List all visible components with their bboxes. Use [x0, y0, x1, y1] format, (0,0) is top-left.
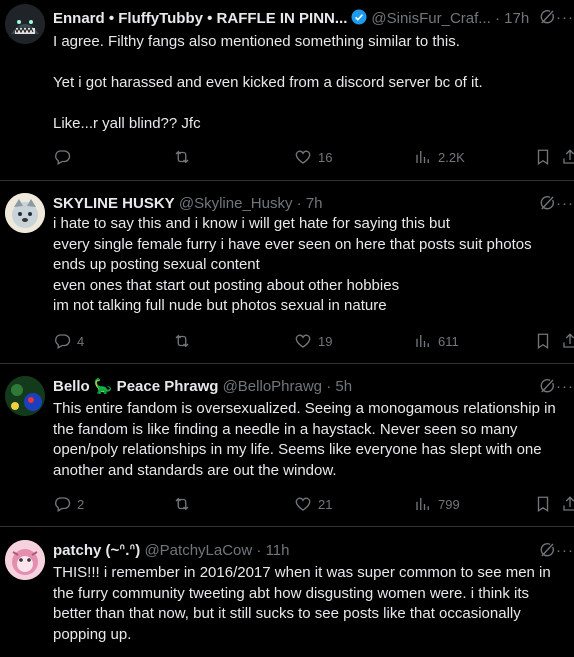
- reply-icon: [53, 495, 71, 513]
- timestamp[interactable]: 17h: [504, 10, 529, 27]
- reply-button[interactable]: 2: [53, 494, 84, 514]
- like-icon: [294, 332, 312, 350]
- like-count: 19: [318, 333, 333, 349]
- tweet-skyline-husky[interactable]: SKYLINE HUSKY @Skyline_Husky · 7h ··· i …: [0, 181, 574, 363]
- avatar[interactable]: [5, 540, 45, 580]
- user-handle[interactable]: @PatchyLaCow: [144, 542, 252, 559]
- avatar[interactable]: [5, 376, 45, 416]
- tweet-header: patchy (~ᐢ.ᐢ) @PatchyLaCow · 11h ···: [53, 541, 574, 561]
- share-button[interactable]: [561, 494, 574, 514]
- bookmark-button[interactable]: [534, 494, 552, 514]
- verified-icon: [350, 8, 368, 32]
- timestamp[interactable]: 11h: [266, 542, 290, 559]
- action-bar: 16 2.2K: [53, 147, 574, 167]
- views-icon: [414, 495, 432, 513]
- reply-button[interactable]: 4: [53, 331, 84, 351]
- tweet-ennard[interactable]: Ennard • FluffyTubby • RAFFLE IN PINN...…: [0, 0, 574, 180]
- tweet-patchy[interactable]: patchy (~ᐢ.ᐢ) @PatchyLaCow · 11h ··· THI…: [0, 527, 574, 657]
- like-button[interactable]: 21: [294, 494, 332, 514]
- retweet-button[interactable]: [173, 331, 197, 351]
- grok-icon[interactable]: [538, 377, 556, 395]
- display-name[interactable]: SKYLINE HUSKY: [53, 195, 175, 212]
- like-icon: [294, 495, 312, 513]
- timestamp[interactable]: 5h: [335, 378, 352, 395]
- grok-icon[interactable]: [538, 194, 556, 212]
- separator: ·: [296, 195, 302, 212]
- more-options-icon[interactable]: ···: [556, 8, 574, 28]
- share-button[interactable]: [561, 147, 574, 167]
- tweet-text: THIS!!! i remember in 2016/2017 when it …: [53, 564, 551, 643]
- view-count: 2.2K: [438, 149, 465, 165]
- views-button[interactable]: 2.2K: [414, 147, 465, 167]
- more-options-icon[interactable]: ···: [556, 194, 574, 214]
- like-count: 21: [318, 496, 333, 512]
- more-options-icon[interactable]: ···: [556, 541, 574, 561]
- bookmark-icon: [534, 495, 552, 513]
- display-name[interactable]: patchy (~ᐢ.ᐢ): [53, 542, 140, 559]
- tweet-header: SKYLINE HUSKY @Skyline_Husky · 7h ···: [53, 194, 574, 214]
- like-button[interactable]: 19: [294, 331, 332, 351]
- like-count: 16: [318, 149, 333, 165]
- avatar[interactable]: [5, 4, 45, 44]
- reply-icon: [53, 332, 71, 350]
- separator: ·: [494, 10, 500, 27]
- share-icon: [561, 148, 574, 166]
- views-button[interactable]: 799: [414, 494, 460, 514]
- reply-button[interactable]: [53, 147, 77, 167]
- like-button[interactable]: 16: [294, 147, 332, 167]
- retweet-icon: [173, 332, 191, 350]
- reply-count: 2: [77, 496, 85, 512]
- bookmark-icon: [534, 332, 552, 350]
- views-icon: [414, 332, 432, 350]
- separator: ·: [326, 378, 332, 395]
- tweet-text: I agree. Filthy fangs also mentioned som…: [53, 33, 483, 132]
- more-options-icon[interactable]: ···: [556, 377, 574, 397]
- tweet-header: Ennard • FluffyTubby • RAFFLE IN PINN...…: [53, 8, 574, 28]
- grok-icon[interactable]: [538, 541, 556, 559]
- action-bar: 4 19 611: [53, 331, 574, 351]
- user-handle[interactable]: @Skyline_Husky: [179, 195, 293, 212]
- retweet-button[interactable]: [173, 494, 197, 514]
- like-icon: [294, 148, 312, 166]
- tweet-text: This entire fandom is oversexualized. Se…: [53, 400, 556, 479]
- retweet-button[interactable]: [173, 147, 197, 167]
- tweet-text: i hate to say this and i know i will get…: [53, 215, 532, 314]
- reply-icon: [53, 148, 71, 166]
- share-icon: [561, 495, 574, 513]
- avatar[interactable]: [5, 193, 45, 233]
- view-count: 799: [438, 496, 460, 512]
- views-icon: [414, 148, 432, 166]
- grok-icon[interactable]: [538, 8, 556, 26]
- tweet-header: Bello 🦕 Peace Phrawg @BelloPhrawg · 5h ·…: [53, 377, 574, 397]
- views-button[interactable]: 611: [414, 331, 459, 351]
- bookmark-icon: [534, 148, 552, 166]
- share-icon: [561, 332, 574, 350]
- user-handle[interactable]: @BelloPhrawg: [223, 378, 322, 395]
- retweet-icon: [173, 148, 191, 166]
- action-bar: 2 21 799: [53, 494, 574, 514]
- share-button[interactable]: [561, 331, 574, 351]
- display-name[interactable]: Bello 🦕 Peace Phrawg: [53, 378, 218, 395]
- user-handle[interactable]: @SinisFur_Craf...: [371, 10, 490, 27]
- tweet-bello[interactable]: Bello 🦕 Peace Phrawg @BelloPhrawg · 5h ·…: [0, 364, 574, 526]
- separator: ·: [256, 542, 262, 559]
- bookmark-button[interactable]: [534, 331, 552, 351]
- view-count: 611: [438, 333, 459, 349]
- retweet-icon: [173, 495, 191, 513]
- timestamp[interactable]: 7h: [306, 195, 323, 212]
- reply-count: 4: [77, 333, 85, 349]
- display-name[interactable]: Ennard • FluffyTubby • RAFFLE IN PINN...: [53, 10, 347, 27]
- bookmark-button[interactable]: [534, 147, 552, 167]
